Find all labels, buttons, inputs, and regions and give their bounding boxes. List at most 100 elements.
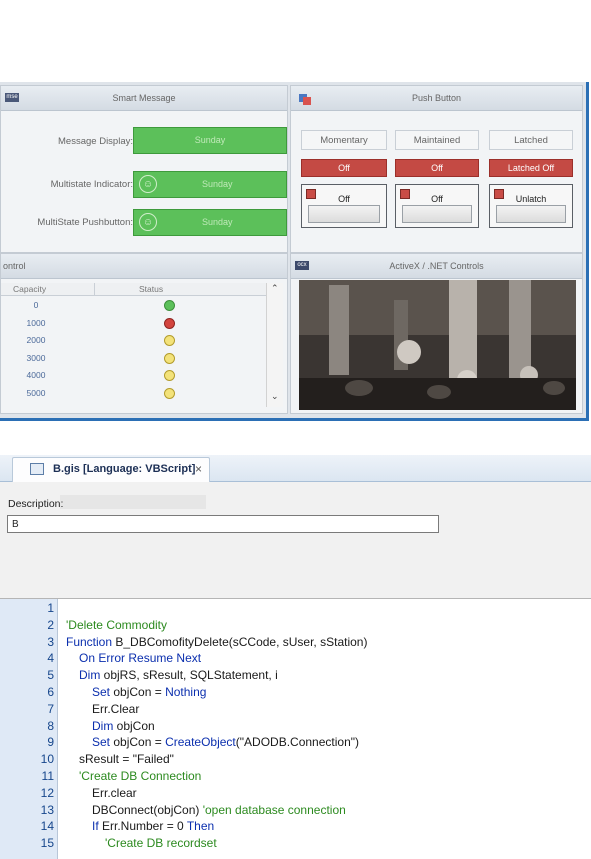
vertical-scrollbar[interactable]: ⌃ ⌄ xyxy=(266,283,283,407)
control-panel: ontrol Capacity Status 0 1000 2000 3000 4000… xyxy=(0,253,288,414)
momentary-off-button[interactable]: Off xyxy=(301,159,387,177)
line-number: 2 xyxy=(47,617,54,632)
line-number: 9 xyxy=(47,735,54,750)
hmi-panel: mse Smart Message Message Display: Sunda… xyxy=(0,82,589,421)
momentary-square-button[interactable]: Off xyxy=(301,184,387,228)
message-display-box[interactable]: Sunday xyxy=(133,127,287,154)
code-line[interactable]: Set objCon = CreateObject("ADODB.Connect… xyxy=(92,735,359,749)
unlatch-button[interactable]: Unlatch xyxy=(489,184,573,228)
control-title: ontrol xyxy=(3,261,26,271)
red-status-icon xyxy=(164,317,175,329)
script-file-icon xyxy=(30,463,44,475)
code-line[interactable]: Dim objCon xyxy=(92,719,155,733)
close-icon[interactable]: × xyxy=(195,462,202,476)
table-row[interactable]: 0 xyxy=(1,299,266,315)
capacity-cell: 2000 xyxy=(26,335,46,345)
gutter-divider xyxy=(57,599,58,859)
push-button-header: Push Button xyxy=(291,86,582,111)
smart-message-header: mse Smart Message xyxy=(1,86,287,111)
green-status-icon xyxy=(164,300,175,311)
multistate-indicator-box: ☺ Sunday xyxy=(133,171,287,198)
push-button-icon xyxy=(298,91,311,105)
code-line[interactable]: sResult = "Failed" xyxy=(79,752,174,766)
code-line[interactable]: Dim objRS, sResult, SQLStatement, i xyxy=(79,668,278,682)
latched-off-button[interactable]: Latched Off xyxy=(489,159,573,177)
code-line[interactable]: 'Create DB recordset xyxy=(105,836,217,850)
activex-panel: ocx ActiveX / .NET Controls xyxy=(290,253,583,414)
line-number: 5 xyxy=(47,668,54,683)
latched-header: Latched xyxy=(489,130,573,150)
line-number: 4 xyxy=(47,651,54,666)
smart-message-panel: mse Smart Message Message Display: Sunda… xyxy=(0,85,288,253)
line-number: 14 xyxy=(40,819,54,834)
code-line[interactable]: On Error Resume Next xyxy=(79,651,201,665)
multistate-indicator-value: Sunday xyxy=(202,179,233,189)
code-line[interactable]: Err.clear xyxy=(92,786,137,800)
capacity-cell: 1000 xyxy=(26,317,46,328)
capacity-header: Capacity xyxy=(13,284,47,294)
yellow-status-icon xyxy=(164,352,175,364)
line-number: 6 xyxy=(47,685,54,699)
line-number: 12 xyxy=(40,785,54,800)
tab-title: B.gis [Language: VBScript] xyxy=(53,463,196,475)
yellow-status-icon xyxy=(164,370,175,381)
capacity-cell: 0 xyxy=(33,300,39,310)
message-display-value: Sunday xyxy=(194,135,226,145)
editor-tab-bar: B.gis [Language: VBScript] × xyxy=(0,455,591,482)
code-line[interactable]: Function B_DBComofityDelete(sCCode, sUse… xyxy=(66,635,367,649)
table-row[interactable]: 5000 xyxy=(1,387,266,403)
code-line[interactable]: 'Delete Commodity xyxy=(66,618,167,632)
activex-title: ActiveX / .NET Controls xyxy=(389,261,484,271)
scroll-up-icon[interactable]: ⌃ xyxy=(271,283,279,294)
status-header: Status xyxy=(139,284,164,294)
description-label: Description: xyxy=(8,498,64,510)
line-number: 11 xyxy=(41,769,54,783)
momentary-header: Momentary xyxy=(301,130,387,150)
description-input[interactable]: B xyxy=(7,515,439,533)
yellow-status-icon xyxy=(164,387,175,399)
button-face xyxy=(308,205,380,223)
momentary-square-label: Off xyxy=(338,194,350,204)
multistate-pushbutton-box[interactable]: ☺ Sunday xyxy=(133,209,287,236)
table-row[interactable]: 1000 xyxy=(1,317,266,333)
code-editor[interactable]: 1 2 'Delete Commodity 3 Function B_DBComofit… xyxy=(0,599,591,859)
maintained-square-label: Off xyxy=(431,194,443,204)
smiley-icon: ☺ xyxy=(139,175,157,193)
scroll-down-icon[interactable]: ⌄ xyxy=(271,391,279,402)
table-row[interactable]: 3000 xyxy=(1,352,266,368)
line-number: 1 xyxy=(47,601,54,615)
line-number: 15 xyxy=(40,836,54,851)
multistate-pushbutton-value: Sunday xyxy=(202,217,233,227)
capacity-cell: 5000 xyxy=(26,387,46,398)
message-display-label: Message Display: xyxy=(58,136,133,147)
push-button-panel: Push Button Momentary Maintained Latched… xyxy=(290,85,583,253)
code-line[interactable]: Set objCon = Nothing xyxy=(92,685,206,699)
multistate-indicator-label: Multistate Indicator: xyxy=(50,179,133,190)
line-number: 3 xyxy=(47,634,54,649)
table-header: Capacity Status xyxy=(1,283,266,296)
video-frame[interactable] xyxy=(299,280,576,410)
code-line[interactable]: DBConnect(objCon) 'open database connect… xyxy=(92,803,346,817)
table-row[interactable]: 2000 xyxy=(1,334,266,350)
yellow-status-icon xyxy=(164,335,175,346)
maintained-off-button[interactable]: Off xyxy=(395,159,479,177)
code-line[interactable]: Err.Clear xyxy=(92,702,139,716)
code-line[interactable]: If Err.Number = 0 Then xyxy=(92,819,214,833)
button-face xyxy=(496,205,566,223)
smart-message-title: Smart Message xyxy=(112,93,176,103)
capacity-cell: 3000 xyxy=(26,352,46,363)
button-face xyxy=(402,205,472,223)
description-header-bar xyxy=(60,495,206,509)
tab-b-gis[interactable]: B.gis [Language: VBScript] × xyxy=(12,457,210,482)
code-line[interactable]: 'Create DB Connection xyxy=(79,769,201,783)
table-row[interactable]: 4000 xyxy=(1,369,266,385)
push-button-title: Push Button xyxy=(411,93,462,103)
ocx-icon: ocx xyxy=(295,261,309,270)
activex-header: ocx ActiveX / .NET Controls xyxy=(291,254,582,279)
unlatch-label: Unlatch xyxy=(515,194,547,204)
maintained-square-button[interactable]: Off xyxy=(395,184,479,228)
line-number: 10 xyxy=(40,752,54,767)
maintained-header: Maintained xyxy=(395,130,479,150)
line-number: 8 xyxy=(47,718,54,733)
control-header: ontrol xyxy=(1,254,287,279)
